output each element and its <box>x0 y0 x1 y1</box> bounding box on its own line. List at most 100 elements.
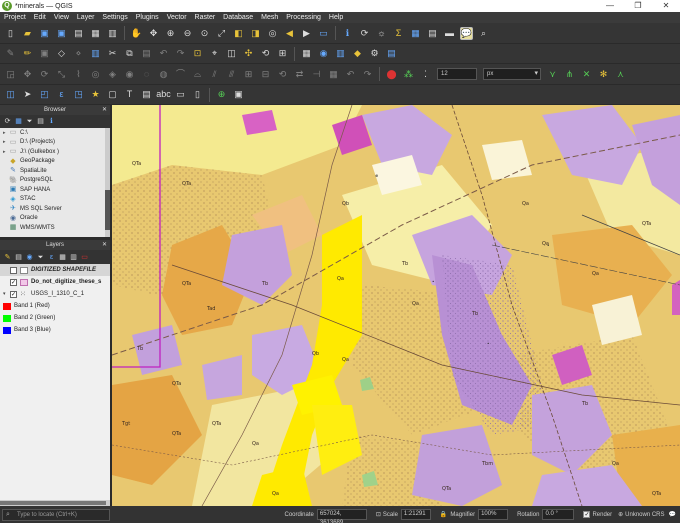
new-map-view-icon[interactable]: ▭ <box>317 27 330 40</box>
enable-advanced-digitizing-icon[interactable]: ◲ <box>4 68 17 81</box>
layer-visibility-checkbox[interactable] <box>10 290 17 298</box>
coordinate-field[interactable]: 657024, 3613689 <box>316 509 367 523</box>
close-panel-icon[interactable]: ✕ <box>102 240 107 250</box>
zoom-rubberband-icon[interactable]: ⊙ <box>198 27 211 40</box>
toggle-editing-icon[interactable]: ✏ <box>21 47 34 60</box>
rotate-feature-icon[interactable]: ⟳ <box>38 68 51 81</box>
browser-item-stac[interactable]: ◈ STAC <box>0 195 110 205</box>
zoom-out-icon[interactable]: ⊖ <box>181 27 194 40</box>
browser-item-wms[interactable]: ▦ WMS/WMTS <box>0 223 110 233</box>
browser-item-mssql[interactable]: ✈ MS SQL Server <box>0 204 110 214</box>
layer-symbol-swatch[interactable] <box>20 266 28 274</box>
snapping-mode-icon[interactable]: ⁚ <box>419 68 432 81</box>
redo-icon[interactable]: ↷ <box>174 47 187 60</box>
menu-layer[interactable]: Layer <box>77 14 95 21</box>
html-annotation-icon[interactable]: ▭ <box>174 88 187 101</box>
select-by-value-icon[interactable]: ◫ <box>4 88 17 101</box>
snapping-magnet-icon[interactable]: ⬤ <box>385 68 398 81</box>
properties-icon[interactable]: ℹ <box>47 117 56 126</box>
collapse-all-icon[interactable]: ▥ <box>69 253 78 262</box>
simplify-feature-icon[interactable]: ⌇ <box>72 68 85 81</box>
refresh-icon[interactable]: ⟳ <box>3 117 12 126</box>
browser-item-spatialite[interactable]: ✎ SpatiaLite <box>0 166 110 176</box>
save-edits-icon[interactable]: ▣ <box>38 47 51 60</box>
layer-styling-icon[interactable]: ✎ <box>3 253 12 262</box>
rotate-point-icon[interactable]: ⟲ <box>276 68 289 81</box>
delete-part-icon[interactable]: ◍ <box>157 68 170 81</box>
table-icon[interactable]: ▦ <box>327 68 340 81</box>
plugin-manager-icon[interactable]: ⚙ <box>368 47 381 60</box>
crs-icon[interactable]: ⊕ <box>618 511 623 518</box>
zoom-full-icon[interactable]: ⤢ <box>215 27 228 40</box>
add-group-icon[interactable]: ▤ <box>14 253 23 262</box>
messages-icon[interactable]: 💬 <box>669 511 676 518</box>
render-checkbox[interactable]: ✓ <box>583 511 591 518</box>
avoid-overlap-icon[interactable]: ✕ <box>580 68 593 81</box>
zoom-native-icon[interactable]: ◎ <box>266 27 279 40</box>
browser-item-oracle[interactable]: ◉ Oracle <box>0 214 110 224</box>
filter-by-expression-icon[interactable]: ε <box>47 253 56 262</box>
processing-toolbox-icon[interactable]: ▤ <box>385 47 398 60</box>
undo-2-icon[interactable]: ↶ <box>344 68 357 81</box>
screenshot-icon[interactable]: ▣ <box>232 88 245 101</box>
fill-ring-icon[interactable]: ◉ <box>123 68 136 81</box>
copy-features-icon[interactable]: ⧉ <box>123 47 136 60</box>
expand-all-icon[interactable]: ▦ <box>58 253 67 262</box>
measure-icon[interactable]: ▬ <box>443 27 456 40</box>
crs-label[interactable]: Unknown CRS <box>625 512 664 518</box>
new-shapefile-icon[interactable]: ▥ <box>334 47 347 60</box>
scrollbar-thumb[interactable] <box>0 501 106 505</box>
snapping-unit-select[interactable]: px <box>483 68 541 80</box>
move-feature-icon[interactable]: ✥ <box>21 68 34 81</box>
browser-scrollbar[interactable] <box>105 128 110 237</box>
zoom-selection-icon[interactable]: ◧ <box>232 27 245 40</box>
snapping-layers-icon[interactable]: ⁂ <box>402 68 415 81</box>
bookmark-icon[interactable]: ★ <box>89 88 102 101</box>
annotation-icon[interactable]: ▢ <box>106 88 119 101</box>
collapse-all-icon[interactable]: ▤ <box>36 117 45 126</box>
zoom-last-icon[interactable]: ◀ <box>283 27 296 40</box>
scale-field[interactable]: 1:21291 <box>400 509 431 520</box>
layer-usgs-raster[interactable]: ▾ ⁙ USGS_I_1310_C_1 <box>0 288 110 300</box>
merge-features-icon[interactable]: ⊞ <box>242 68 255 81</box>
open-project-icon[interactable]: ▰ <box>21 27 34 40</box>
tracing-icon[interactable]: ⋏ <box>614 68 627 81</box>
browser-item-sap-hana[interactable]: ▣ SAP HANA <box>0 185 110 195</box>
pin-label-icon[interactable]: ⌖ <box>208 47 221 60</box>
zoom-next-icon[interactable]: ▶ <box>300 27 313 40</box>
reverse-line-icon[interactable]: ⇄ <box>293 68 306 81</box>
menu-view[interactable]: View <box>54 14 69 21</box>
filter-icon[interactable]: ⏷ <box>25 117 34 126</box>
select-expression-icon[interactable]: ε <box>55 88 68 101</box>
browser-item-d-drive[interactable]: ▸ ▭ D:\ (Projects) <box>0 138 110 148</box>
self-snapping-icon[interactable]: ✻ <box>597 68 610 81</box>
cut-features-icon[interactable]: ✂ <box>106 47 119 60</box>
python-console-icon[interactable]: ◆ <box>351 47 364 60</box>
menu-settings[interactable]: Settings <box>102 14 127 21</box>
text-annotation-icon[interactable]: T <box>123 88 136 101</box>
pan-map-icon[interactable]: ✋ <box>130 27 143 40</box>
lock-scale-icon[interactable]: 🔒 <box>440 511 447 518</box>
remove-layer-icon[interactable]: ▭ <box>80 253 89 262</box>
deselect-icon[interactable]: ◳ <box>72 88 85 101</box>
change-label-icon[interactable]: ⊞ <box>276 47 289 60</box>
delete-ring-icon[interactable]: ◌ <box>140 68 153 81</box>
browser-item-c-drive[interactable]: ▸ ▭ C:\ <box>0 128 110 138</box>
close-panel-icon[interactable]: ✕ <box>102 105 107 115</box>
menu-help[interactable]: Help <box>329 14 343 21</box>
select-features-icon[interactable]: ◰ <box>38 88 51 101</box>
offset-curve-icon[interactable]: ⌓ <box>191 68 204 81</box>
browser-item-geopackage[interactable]: ◆ GeoPackage <box>0 157 110 167</box>
layer-styling-icon[interactable]: ▤ <box>140 88 153 101</box>
snapping-intersection-icon[interactable]: ⋔ <box>563 68 576 81</box>
close-button[interactable]: ✕ <box>652 0 680 12</box>
paste-features-icon[interactable]: ▤ <box>140 47 153 60</box>
browser-item-j-drive[interactable]: ▸ ▭ J:\ (Gulkebox ) <box>0 147 110 157</box>
map-tips-icon[interactable]: 💬 <box>460 26 473 40</box>
new-project-icon[interactable]: ▯ <box>4 27 17 40</box>
scale-feature-icon[interactable]: ⤡ <box>55 68 68 81</box>
split-parts-icon[interactable]: ⫻ <box>225 68 238 81</box>
layer-symbol-swatch[interactable] <box>20 278 28 286</box>
menu-project[interactable]: Project <box>4 14 26 21</box>
snapping-tolerance-input[interactable]: 12 <box>437 68 477 80</box>
